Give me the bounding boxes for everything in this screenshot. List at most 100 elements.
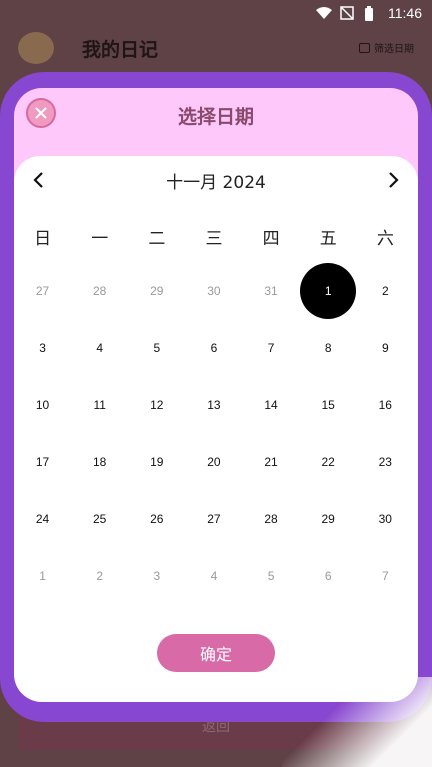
day-cell[interactable]: 24 bbox=[14, 490, 71, 547]
week-row: 24 25 26 27 28 29 30 bbox=[14, 490, 418, 547]
week-row: 1 2 3 4 5 6 7 bbox=[14, 547, 418, 604]
day-number: 16 bbox=[378, 397, 392, 412]
day-number: 8 bbox=[324, 340, 332, 355]
week-row: 17 18 19 20 21 22 23 bbox=[14, 433, 418, 490]
avatar[interactable] bbox=[18, 32, 54, 64]
day-number: 5 bbox=[267, 568, 275, 583]
week-row: 3 4 5 6 7 8 9 bbox=[14, 319, 418, 376]
day-cell[interactable]: 6 bbox=[300, 547, 357, 604]
day-number: 30 bbox=[207, 283, 221, 298]
weekday-header: 日 一 二 三 四 五 六 bbox=[14, 224, 418, 249]
day-cell[interactable]: 2 bbox=[71, 547, 128, 604]
corner-fade-overlay bbox=[282, 677, 432, 767]
day-number: 1 bbox=[39, 568, 46, 583]
day-number: 4 bbox=[210, 568, 218, 583]
day-cell[interactable]: 3 bbox=[128, 547, 185, 604]
day-number: 20 bbox=[207, 454, 221, 469]
filter-date-button[interactable]: 筛选日期 bbox=[359, 40, 414, 55]
day-number: 11 bbox=[93, 397, 106, 412]
day-number: 12 bbox=[150, 397, 164, 412]
weekday-label: 五 bbox=[319, 229, 337, 249]
day-grid: 27 28 29 30 31 1 2 3 4 5 6 7 8 9 10 11 1… bbox=[14, 262, 418, 604]
day-cell[interactable]: 4 bbox=[185, 547, 242, 604]
day-cell[interactable]: 11 bbox=[71, 376, 128, 433]
day-cell[interactable]: 26 bbox=[128, 490, 185, 547]
confirm-button[interactable]: 确定 bbox=[157, 634, 275, 672]
day-cell[interactable]: 3 bbox=[14, 319, 71, 376]
date-picker-dialog: 选择日期 十一月 2024 日 一 二 三 四 五 六 27 28 29 30 … bbox=[14, 88, 418, 702]
calendar-icon bbox=[359, 42, 370, 53]
day-number: 18 bbox=[93, 454, 107, 469]
day-cell[interactable]: 28 bbox=[243, 490, 300, 547]
day-number: 19 bbox=[150, 454, 164, 469]
day-cell[interactable]: 25 bbox=[71, 490, 128, 547]
status-time: 11:46 bbox=[388, 5, 422, 21]
month-label: 十一月 2024 bbox=[166, 173, 266, 193]
no-signal-icon bbox=[340, 6, 356, 20]
day-cell[interactable]: 8 bbox=[300, 319, 357, 376]
day-cell[interactable]: 30 bbox=[185, 262, 242, 319]
day-cell[interactable]: 19 bbox=[128, 433, 185, 490]
day-cell[interactable]: 15 bbox=[300, 376, 357, 433]
day-number: 26 bbox=[150, 511, 164, 526]
app-bar: 我的日记 筛选日期 bbox=[0, 26, 432, 70]
day-number: 28 bbox=[264, 511, 278, 526]
day-cell[interactable]: 5 bbox=[243, 547, 300, 604]
day-cell[interactable]: 14 bbox=[243, 376, 300, 433]
calendar: 十一月 2024 日 一 二 三 四 五 六 27 28 29 30 31 1 … bbox=[14, 156, 418, 702]
day-cell[interactable]: 6 bbox=[185, 319, 242, 376]
day-number: 5 bbox=[153, 340, 161, 355]
week-row: 10 11 12 13 14 15 16 bbox=[14, 376, 418, 433]
day-number: 31 bbox=[264, 283, 278, 298]
day-number: 1 bbox=[300, 262, 357, 319]
day-cell[interactable]: 1 bbox=[14, 547, 71, 604]
day-number: 24 bbox=[35, 511, 50, 526]
week-row: 27 28 29 30 31 1 2 bbox=[14, 262, 418, 319]
wifi-icon bbox=[316, 6, 332, 20]
day-number: 30 bbox=[378, 511, 392, 526]
day-cell[interactable]: 27 bbox=[14, 262, 71, 319]
day-cell[interactable]: 23 bbox=[357, 433, 414, 490]
day-cell[interactable]: 12 bbox=[128, 376, 185, 433]
day-cell[interactable]: 7 bbox=[357, 547, 414, 604]
weekday-label: 三 bbox=[205, 229, 223, 249]
weekday-label: 二 bbox=[148, 229, 166, 249]
day-cell[interactable]: 21 bbox=[243, 433, 300, 490]
next-month-button[interactable] bbox=[382, 168, 406, 192]
day-cell[interactable]: 9 bbox=[357, 319, 414, 376]
day-cell[interactable]: 28 bbox=[71, 262, 128, 319]
day-cell-selected[interactable]: 1 bbox=[300, 262, 357, 319]
weekday-label: 四 bbox=[262, 229, 280, 249]
day-cell[interactable]: 4 bbox=[71, 319, 128, 376]
day-cell[interactable]: 16 bbox=[357, 376, 414, 433]
weekday-label: 一 bbox=[91, 229, 109, 249]
day-cell[interactable]: 29 bbox=[128, 262, 185, 319]
day-number: 14 bbox=[264, 397, 278, 412]
day-number: 2 bbox=[381, 283, 389, 298]
day-cell[interactable]: 22 bbox=[300, 433, 357, 490]
weekday-label: 日 bbox=[34, 229, 52, 249]
day-cell[interactable]: 27 bbox=[185, 490, 242, 547]
day-number: 7 bbox=[381, 568, 389, 583]
day-cell[interactable]: 18 bbox=[71, 433, 128, 490]
day-cell[interactable]: 7 bbox=[243, 319, 300, 376]
day-number: 17 bbox=[35, 454, 50, 469]
day-cell[interactable]: 13 bbox=[185, 376, 242, 433]
day-cell[interactable]: 5 bbox=[128, 319, 185, 376]
day-number: 27 bbox=[207, 511, 221, 526]
day-number: 6 bbox=[210, 340, 218, 355]
day-number: 28 bbox=[93, 283, 107, 298]
day-number: 4 bbox=[96, 340, 104, 355]
weekday-label: 六 bbox=[376, 229, 394, 249]
day-cell[interactable]: 17 bbox=[14, 433, 71, 490]
battery-icon bbox=[364, 6, 380, 21]
day-cell[interactable]: 31 bbox=[243, 262, 300, 319]
day-cell[interactable]: 29 bbox=[300, 490, 357, 547]
day-cell[interactable]: 20 bbox=[185, 433, 242, 490]
day-number: 29 bbox=[321, 511, 335, 526]
day-cell[interactable]: 10 bbox=[14, 376, 71, 433]
day-number: 3 bbox=[153, 568, 161, 583]
day-number: 27 bbox=[35, 283, 50, 298]
day-cell[interactable]: 2 bbox=[357, 262, 414, 319]
day-cell[interactable]: 30 bbox=[357, 490, 414, 547]
